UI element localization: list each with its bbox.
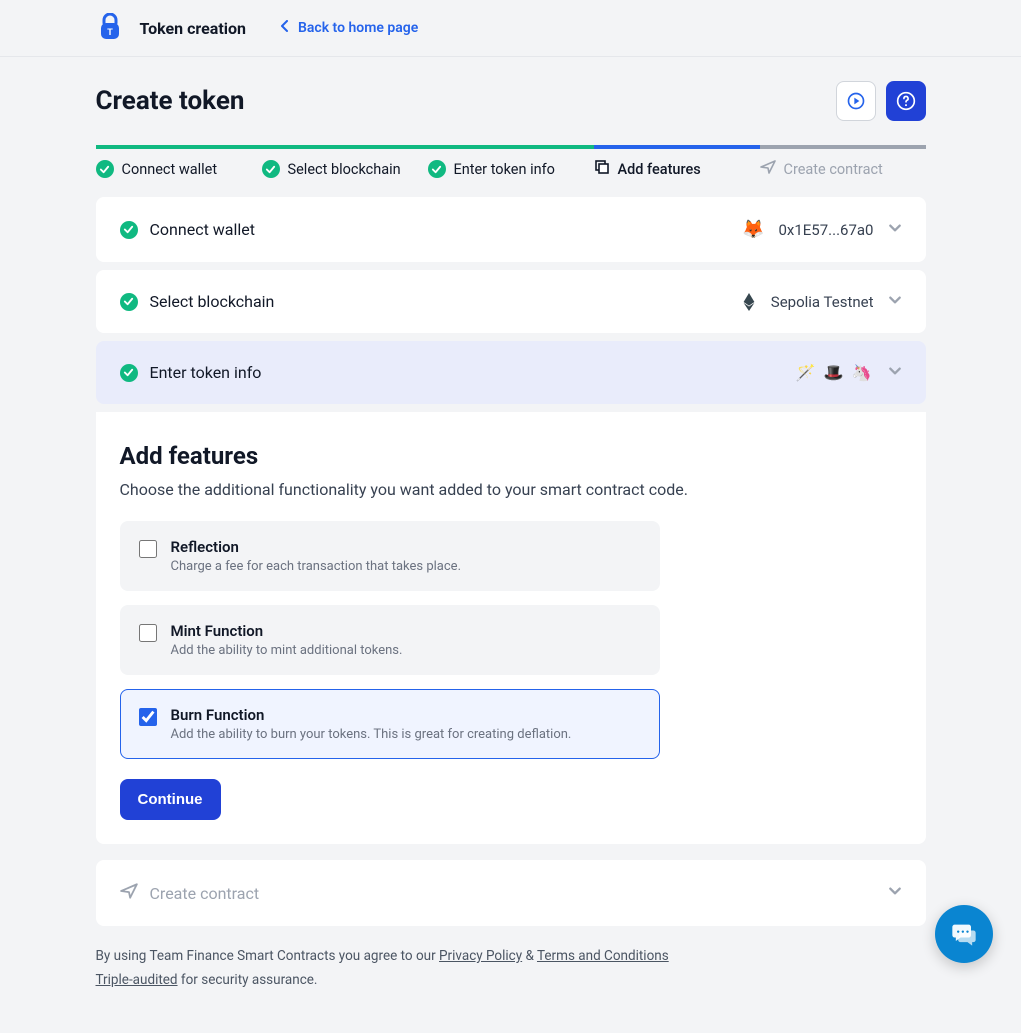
blockchain-name: Sepolia Testnet xyxy=(771,293,874,311)
disclaimer-audit-suffix: for security assurance. xyxy=(181,972,318,988)
step-select-blockchain[interactable]: Select blockchain xyxy=(262,145,428,179)
wallet-address: 0x1E57...67a0 xyxy=(778,221,873,239)
step-connect-wallet[interactable]: Connect wallet xyxy=(96,145,262,179)
summary-label: Create contract xyxy=(150,884,260,903)
send-icon xyxy=(120,882,138,904)
token-info-emojis: 🪄 🎩 🦄 xyxy=(796,363,874,382)
back-to-home-label: Back to home page xyxy=(298,20,418,36)
feature-desc: Add the ability to burn your tokens. Thi… xyxy=(171,727,572,742)
check-circle-icon xyxy=(120,221,138,239)
chevron-down-icon xyxy=(888,293,902,311)
check-circle-icon xyxy=(120,293,138,311)
disclaimer: By using Team Finance Smart Contracts yo… xyxy=(96,944,926,993)
progress-steps: Connect wallet Select blockchain Enter t… xyxy=(96,145,926,179)
features-heading: Add features xyxy=(120,442,902,470)
summary-create-contract[interactable]: Create contract xyxy=(96,860,926,926)
terms-link[interactable]: Terms and Conditions xyxy=(537,948,669,964)
video-help-button[interactable] xyxy=(836,81,876,121)
step-add-features[interactable]: Add features xyxy=(594,145,760,179)
step-label: Select blockchain xyxy=(288,161,401,178)
feature-title: Mint Function xyxy=(171,622,403,640)
feature-mint-checkbox[interactable] xyxy=(139,624,157,642)
disclaimer-prefix: By using Team Finance Smart Contracts yo… xyxy=(96,948,440,964)
question-circle-icon xyxy=(896,91,916,111)
feature-burn[interactable]: Burn Function Add the ability to burn yo… xyxy=(120,689,660,759)
layers-icon xyxy=(594,159,610,179)
feature-desc: Add the ability to mint additional token… xyxy=(171,643,403,658)
step-label: Enter token info xyxy=(454,161,555,178)
chevron-down-icon xyxy=(888,221,902,239)
feature-title: Reflection xyxy=(171,538,462,556)
step-enter-token-info[interactable]: Enter token info xyxy=(428,145,594,179)
svg-text:T: T xyxy=(107,27,113,37)
play-circle-icon xyxy=(846,91,866,111)
feature-mint[interactable]: Mint Function Add the ability to mint ad… xyxy=(120,605,660,675)
summary-connect-wallet[interactable]: Connect wallet 🦊 0x1E57...67a0 xyxy=(96,197,926,262)
feature-title: Burn Function xyxy=(171,706,572,724)
step-label: Add features xyxy=(618,161,701,178)
audit-link[interactable]: Triple-audited xyxy=(96,972,178,988)
disclaimer-and: & xyxy=(526,948,537,964)
summary-enter-token-info[interactable]: Enter token info 🪄 🎩 🦄 xyxy=(96,341,926,404)
continue-button[interactable]: Continue xyxy=(120,779,221,820)
chat-icon xyxy=(950,920,978,948)
summary-label: Connect wallet xyxy=(150,220,256,239)
summary-select-blockchain[interactable]: Select blockchain Sepolia Testnet xyxy=(96,270,926,333)
app-title: Token creation xyxy=(140,19,246,38)
summary-label: Select blockchain xyxy=(150,292,275,311)
feature-reflection[interactable]: Reflection Charge a fee for each transac… xyxy=(120,521,660,591)
add-features-panel: Add features Choose the additional funct… xyxy=(96,412,926,844)
ethereum-icon xyxy=(743,293,757,311)
chevron-down-icon xyxy=(888,884,902,902)
check-circle-icon xyxy=(262,160,280,178)
check-circle-icon xyxy=(96,160,114,178)
privacy-policy-link[interactable]: Privacy Policy xyxy=(439,948,522,964)
step-label: Connect wallet xyxy=(122,161,218,178)
check-circle-icon xyxy=(428,160,446,178)
page-title: Create token xyxy=(96,86,245,116)
chat-fab[interactable] xyxy=(935,905,993,963)
feature-reflection-checkbox[interactable] xyxy=(139,540,157,558)
metamask-icon: 🦊 xyxy=(742,219,764,240)
features-subheading: Choose the additional functionality you … xyxy=(120,480,902,499)
app-logo-icon: T xyxy=(96,14,124,42)
feature-burn-checkbox[interactable] xyxy=(139,708,157,726)
send-icon xyxy=(760,159,776,179)
chevron-down-icon xyxy=(888,364,902,382)
step-create-contract[interactable]: Create contract xyxy=(760,145,926,179)
back-to-home-link[interactable]: Back to home page xyxy=(280,20,418,36)
check-circle-icon xyxy=(120,364,138,382)
chevron-left-icon xyxy=(280,20,290,36)
feature-desc: Charge a fee for each transaction that t… xyxy=(171,559,462,574)
step-label: Create contract xyxy=(784,161,883,178)
help-button[interactable] xyxy=(886,81,926,121)
summary-label: Enter token info xyxy=(150,363,262,382)
